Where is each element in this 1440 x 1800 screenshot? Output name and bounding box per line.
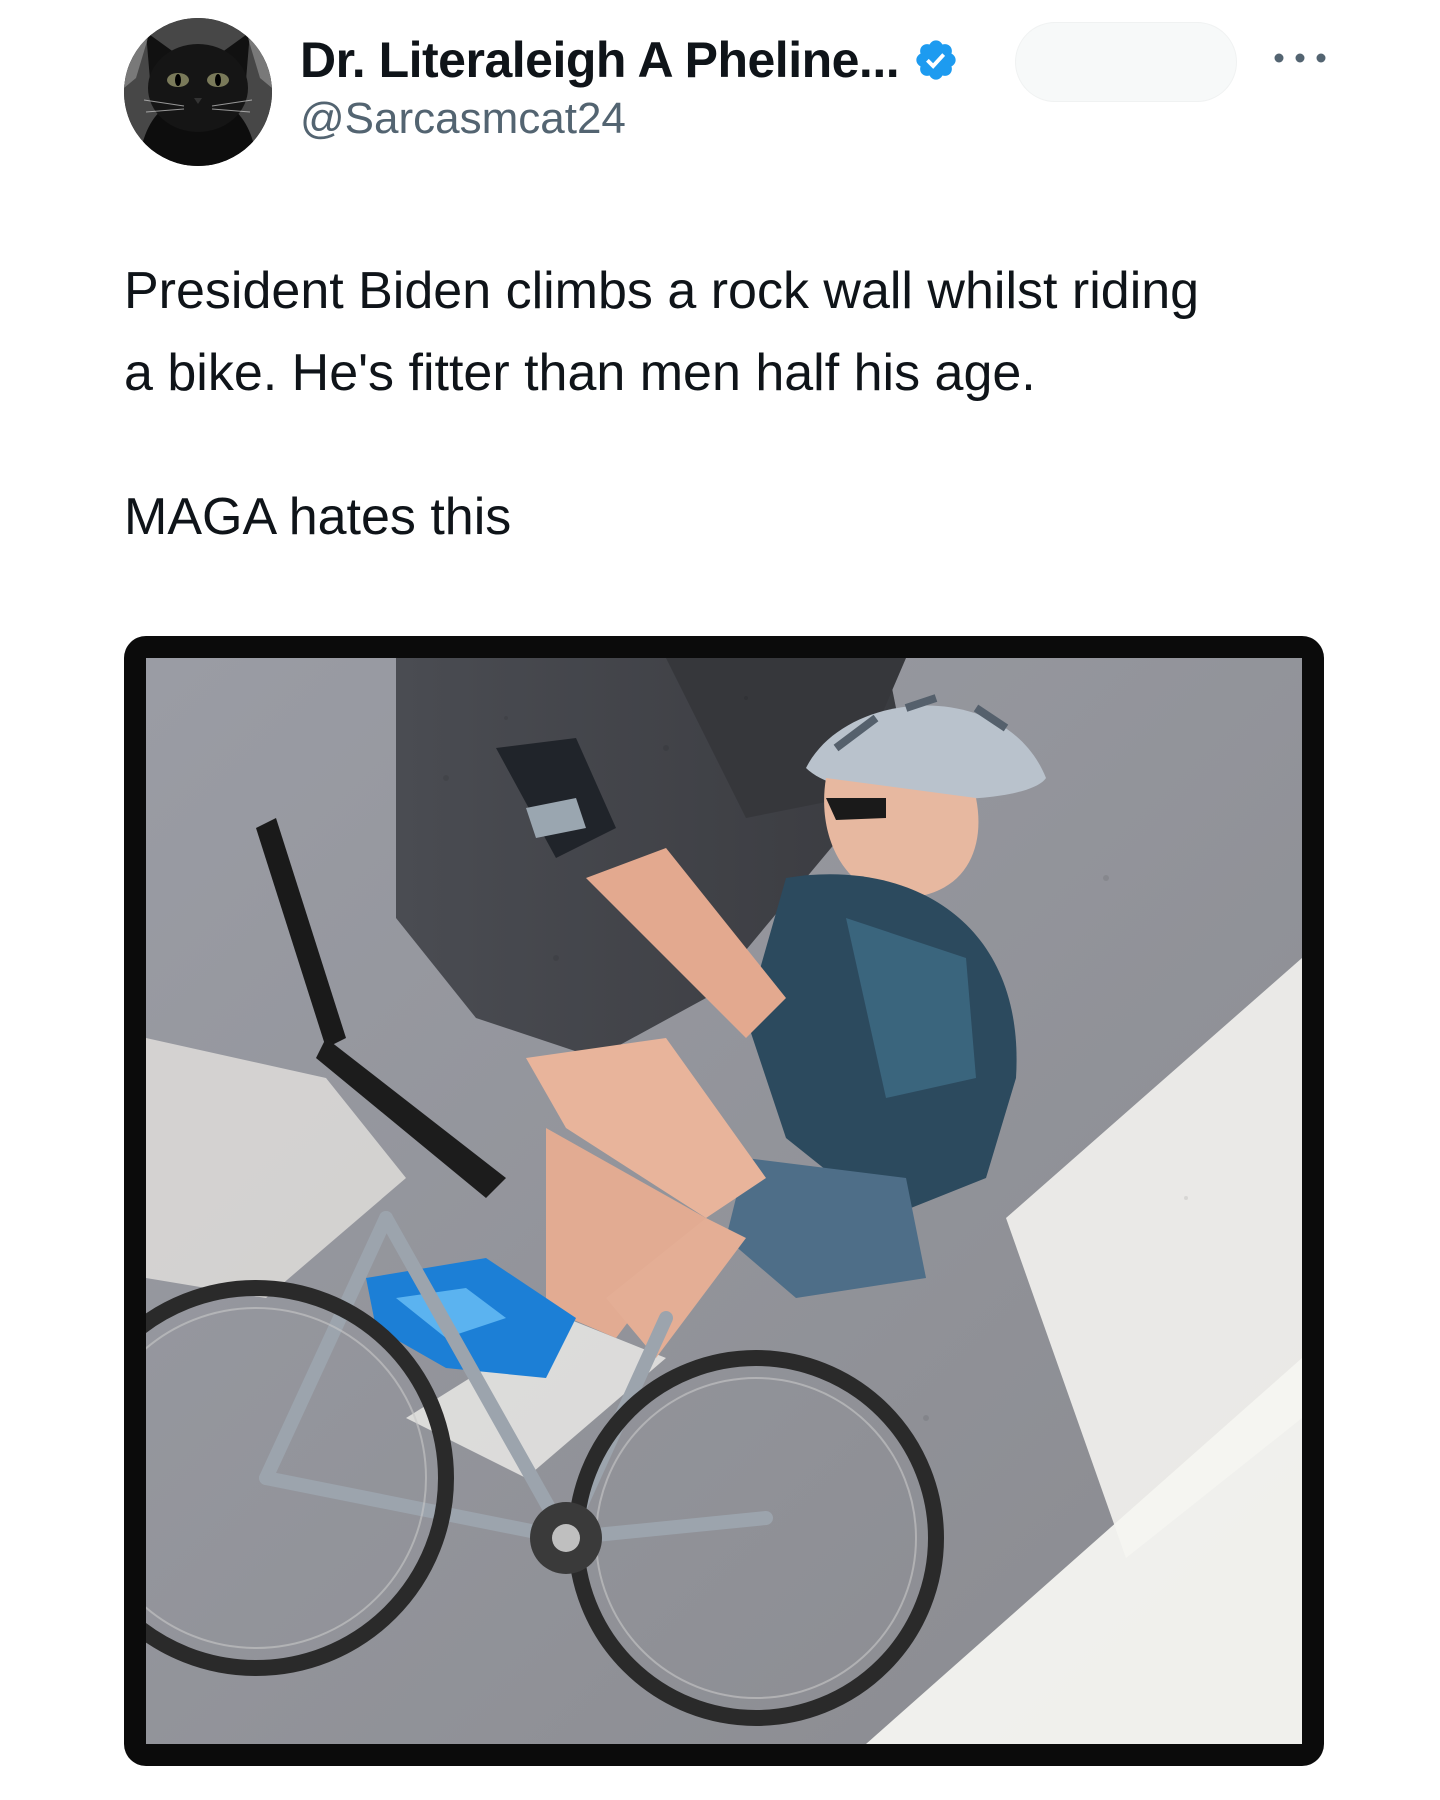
more-options-icon xyxy=(1274,53,1326,63)
follow-button[interactable] xyxy=(1015,22,1237,102)
author-display-name[interactable]: Dr. Literaleigh A Pheline... xyxy=(300,31,900,89)
tweet-text-paragraph: President Biden climbs a rock wall whils… xyxy=(124,262,1200,402)
verified-badge-icon[interactable] xyxy=(913,37,959,83)
tweet-card: Dr. Literaleigh A Pheline... @Sarcasmcat… xyxy=(0,0,1440,1800)
tweet-text-paragraph: MAGA hates this xyxy=(124,488,512,546)
tweet-body: President Biden climbs a rock wall whils… xyxy=(124,250,1354,558)
cyclist-photo-icon xyxy=(146,658,1302,1744)
more-options-button[interactable] xyxy=(1265,38,1335,78)
media-photo[interactable] xyxy=(146,658,1302,1744)
author-name-row: Dr. Literaleigh A Pheline... xyxy=(300,30,959,90)
author-avatar[interactable] xyxy=(124,18,272,166)
black-cat-avatar-icon xyxy=(124,18,272,166)
tweet-media[interactable] xyxy=(124,636,1324,1766)
author-handle[interactable]: @Sarcasmcat24 xyxy=(300,94,626,144)
